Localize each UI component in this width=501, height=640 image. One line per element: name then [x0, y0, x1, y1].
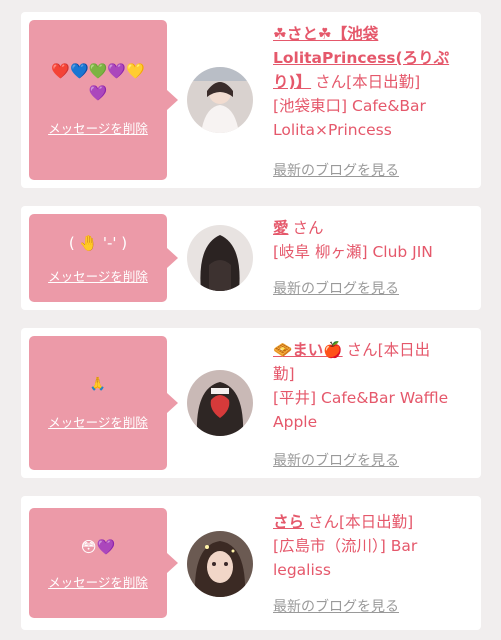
location-text: [池袋東口] Cafe&Bar	[273, 97, 426, 115]
latest-blog-link[interactable]: 最新のブログを見る	[273, 278, 399, 298]
cast-info: 🧇まい🍎 さん[本日出 勤] [平井] Cafe&Bar Waffle Apple	[273, 338, 473, 434]
message-text: 🙏	[89, 377, 107, 392]
status-text: 勤]	[273, 365, 295, 383]
avatar[interactable]	[187, 225, 253, 291]
delete-message-link[interactable]: メッセージを削除	[29, 572, 167, 591]
cast-info: さら さん[本日出勤] [広島市（流川）] Bar legaliss	[273, 510, 473, 582]
avatar[interactable]	[187, 67, 253, 133]
delete-message-link[interactable]: メッセージを削除	[29, 118, 167, 137]
delete-message-link[interactable]: メッセージを削除	[29, 266, 167, 285]
cast-name-link[interactable]: り)】	[273, 73, 311, 91]
latest-blog-link[interactable]: 最新のブログを見る	[273, 160, 399, 180]
location-text: Apple	[273, 413, 318, 431]
message-text: ❤️💙💚💜💛	[51, 62, 145, 80]
message-card: 😳💜 メッセージを削除 さら さん[本日出勤] [広島市（流川）] Bar leg…	[21, 496, 481, 630]
location-text: legaliss	[273, 561, 331, 579]
message-bubble: 🙏 メッセージを削除	[29, 336, 178, 470]
message-card: ❤️💙💚💜💛 💜 メッセージを削除 ☘さと☘【池袋 LolitaPrincess…	[21, 12, 481, 188]
cast-name-link[interactable]: LolitaPrincess(ろりぷ	[273, 49, 449, 67]
message-bubble: ( 🤚 '-' ) メッセージを削除	[29, 214, 178, 302]
message-text: ( 🤚 '-' )	[68, 234, 128, 252]
honorific: さん	[315, 73, 347, 91]
honorific: さん[本日出勤]	[308, 513, 414, 531]
delete-message-link[interactable]: メッセージを削除	[29, 412, 167, 431]
avatar[interactable]	[187, 531, 253, 597]
location-text: [平井] Cafe&Bar Waffle	[273, 389, 449, 407]
location-text: [岐阜 柳ヶ瀬] Club JIN	[273, 243, 433, 261]
message-bubble: ❤️💙💚💜💛 💜 メッセージを削除	[29, 20, 178, 180]
latest-blog-link[interactable]: 最新のブログを見る	[273, 596, 399, 616]
message-card: 🙏 メッセージを削除 🧇まい🍎 さん[本日出 勤] [平井] Cafe&Bar W…	[21, 328, 481, 478]
cast-name-link[interactable]: ☘さと☘【池袋	[273, 25, 378, 43]
avatar[interactable]	[187, 370, 253, 436]
cast-info: ☘さと☘【池袋 LolitaPrincess(ろりぷ り)】 さん[本日出勤] […	[273, 22, 473, 142]
cast-name-link[interactable]: さら	[273, 513, 304, 531]
location-text: Lolita×Princess	[273, 121, 392, 139]
message-text: 💜	[88, 84, 108, 102]
message-bubble: 😳💜 メッセージを削除	[29, 508, 178, 618]
status-text: [本日出勤]	[346, 73, 421, 91]
cast-name-link[interactable]: 🧇まい🍎	[273, 341, 343, 359]
cast-info: 愛さん [岐阜 柳ヶ瀬] Club JIN	[273, 216, 473, 264]
honorific: さん[本日出	[346, 341, 431, 359]
message-card: ( 🤚 '-' ) メッセージを削除 愛さん [岐阜 柳ヶ瀬] Club JIN…	[21, 206, 481, 310]
cast-name-link[interactable]: 愛	[273, 219, 289, 237]
latest-blog-link[interactable]: 最新のブログを見る	[273, 450, 399, 470]
message-text: 😳💜	[80, 538, 116, 556]
honorific: さん	[292, 219, 324, 237]
location-text: [広島市（流川）] Bar	[273, 537, 418, 555]
